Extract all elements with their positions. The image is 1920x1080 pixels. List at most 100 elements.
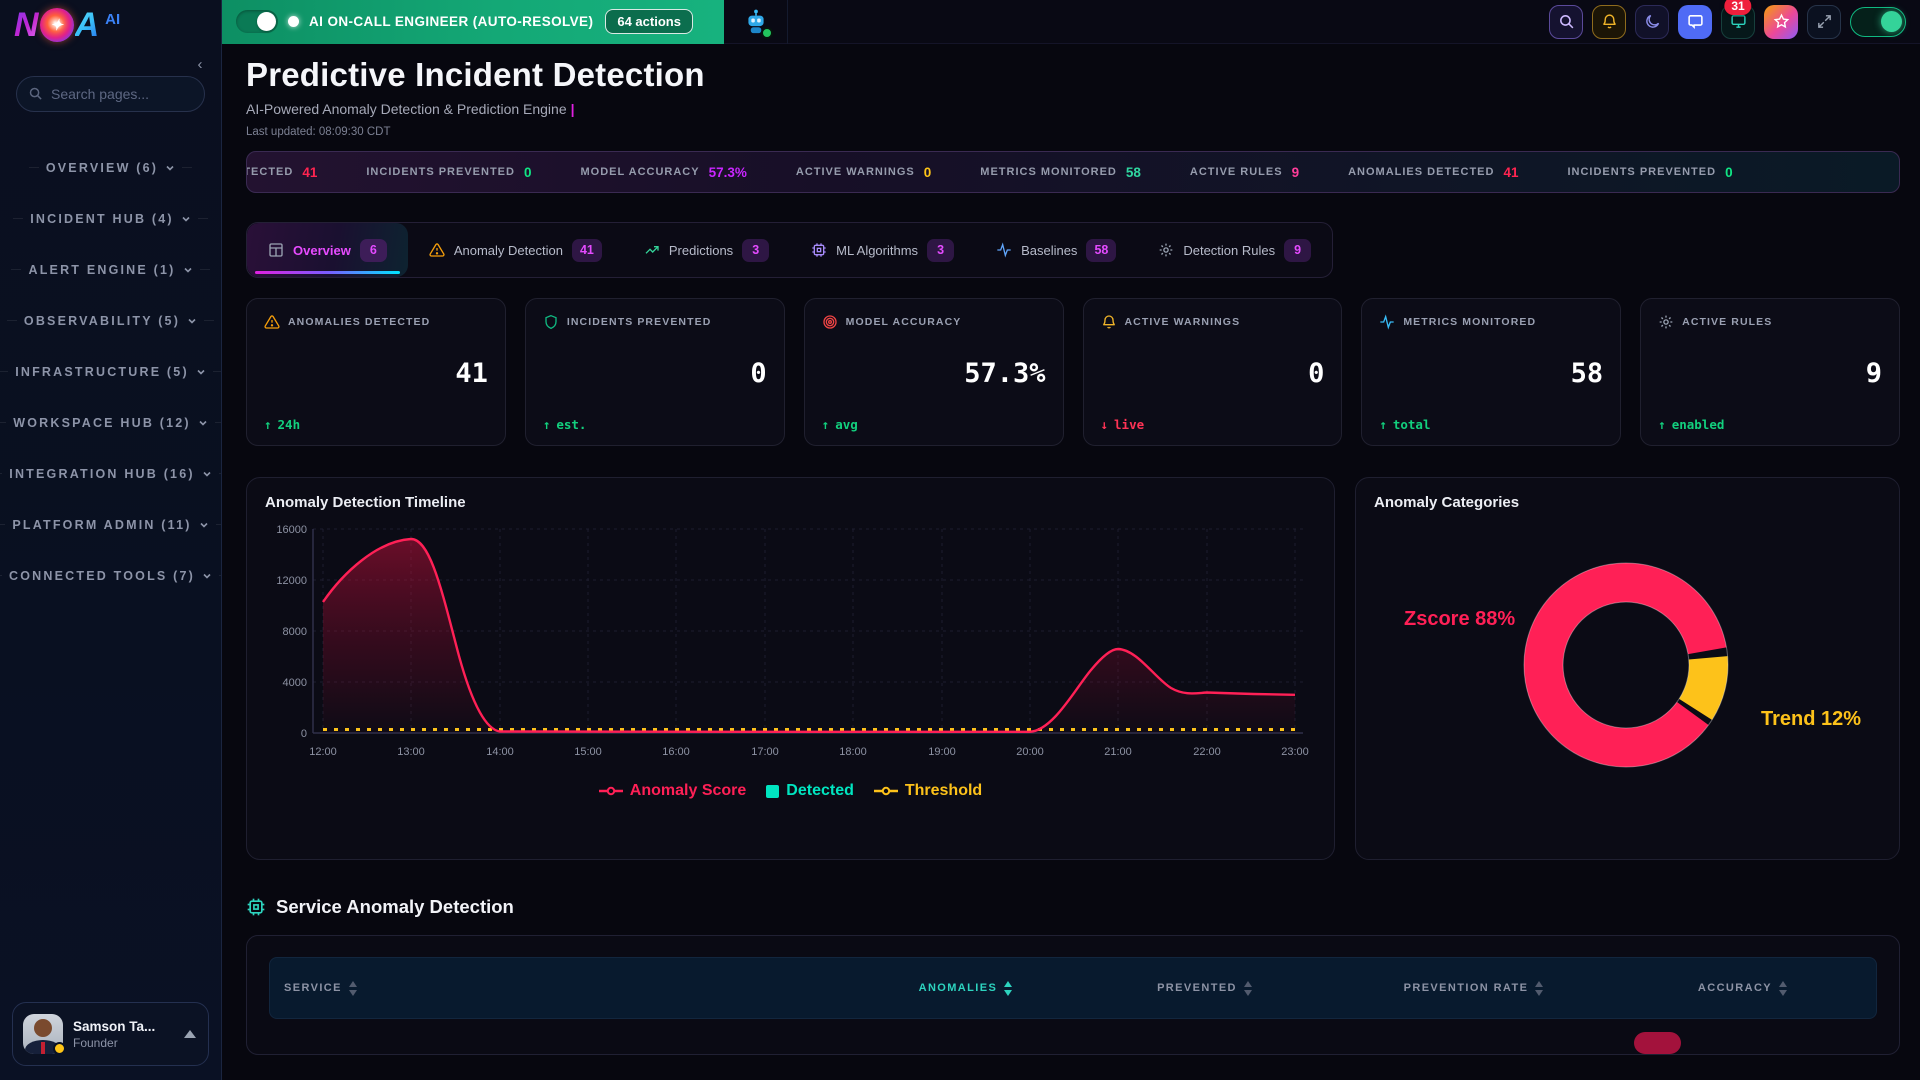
svg-text:16000: 16000 [276,524,307,536]
sessions-button[interactable]: 31 [1721,5,1755,39]
theme-toggle-button[interactable] [1635,5,1669,39]
ticker-item: ACTIVE RULES9 [1190,165,1299,180]
trend-arrow-icon: ↑ [1379,417,1387,432]
table-header-row: SERVICE ANOMALIES PREVENTED PREVENTION R… [269,957,1877,1019]
chevron-down-icon [181,214,191,224]
sort-icons [1244,981,1252,996]
favorites-button[interactable] [1764,5,1798,39]
stats-ticker: ANOMALIES DETECTED41 INCIDENTS PREVENTED… [246,151,1900,193]
sidebar-item-overview[interactable]: OVERVIEW (6) [0,142,221,193]
auto-resolve-toggle[interactable] [236,10,278,33]
column-header-service[interactable]: SERVICE [284,981,846,996]
tab-ml-algorithms[interactable]: ML Algorithms 3 [790,223,975,277]
square-marker-icon [766,785,779,798]
activity-icon [996,242,1012,258]
tab-count-badge: 9 [1284,239,1311,262]
sidebar-item-alert-engine[interactable]: ALERT ENGINE (1) [0,244,221,295]
search-input[interactable] [16,76,205,112]
sort-icons [1779,981,1787,996]
chat-button[interactable] [1678,5,1712,39]
topbar: AI ON-CALL ENGINEER (AUTO-RESOLVE) 64 ac… [222,0,1920,44]
anomaly-timeline-chart: Anomaly Detection Timeline [246,477,1335,860]
alerts-button[interactable] [1592,5,1626,39]
moon-icon [1644,13,1661,30]
stat-card-incidents-prevented: INCIDENTS PREVENTED 0 ↑est. [525,298,785,446]
chevron-down-icon [183,265,193,275]
sort-icons [1004,981,1012,996]
column-header-anomalies[interactable]: ANOMALIES [846,981,1085,996]
svg-text:21:00: 21:00 [1104,746,1132,758]
tab-detection-rules[interactable]: Detection Rules 9 [1137,223,1332,277]
svg-text:19:00: 19:00 [928,746,956,758]
tab-bar: Overview 6 Anomaly Detection 41 Predicti… [246,222,1333,278]
sidebar-item-platform-admin[interactable]: PLATFORM ADMIN (11) [0,499,221,550]
donut-plot [1374,515,1883,825]
column-header-prevention-rate[interactable]: PREVENTION RATE [1324,981,1623,996]
ticker-item: ACTIVE WARNINGS0 [796,165,931,180]
stat-card-active-warnings: ACTIVE WARNINGS 0 ↓live [1083,298,1343,446]
chevron-down-icon [187,316,197,326]
layout-icon [268,242,284,258]
ticker-item: METRICS MONITORED58 [980,165,1141,180]
column-header-accuracy[interactable]: ACCURACY [1623,981,1862,996]
last-updated: Last updated: 08:09:30 CDT [246,126,1900,138]
sidebar-item-infrastructure[interactable]: INFRASTRUCTURE (5) [0,346,221,397]
search-icon [28,86,43,101]
tab-count-badge: 58 [1086,239,1116,262]
service-table: SERVICE ANOMALIES PREVENTED PREVENTION R… [246,935,1900,1055]
tab-count-badge: 3 [927,239,954,262]
actions-count-badge[interactable]: 64 actions [605,9,693,34]
sidebar-item-incident-hub[interactable]: INCIDENT HUB (4) [0,193,221,244]
svg-text:12000: 12000 [276,575,307,587]
tab-anomaly-detection[interactable]: Anomaly Detection 41 [408,223,623,277]
ai-assistant-button[interactable] [724,0,788,44]
live-indicator-dot [288,16,299,27]
svg-text:18:00: 18:00 [839,746,867,758]
legend-anomaly-score: Anomaly Score [599,782,746,800]
search-icon [1558,13,1575,30]
search-button[interactable] [1549,5,1583,39]
gear-icon [1158,242,1174,258]
tab-baselines[interactable]: Baselines 58 [975,223,1137,277]
stat-card-model-accuracy: MODEL ACCURACY 57.3% ↑avg [804,298,1064,446]
tab-count-badge: 3 [742,239,769,262]
chevron-down-icon [165,163,175,173]
chevron-down-icon [196,367,206,377]
sidebar-item-observability[interactable]: OBSERVABILITY (5) [0,295,221,346]
user-role: Founder [73,1036,174,1050]
shield-icon [543,314,559,330]
chevron-down-icon [202,571,212,581]
chart-title: Anomaly Detection Timeline [265,494,1316,511]
svg-text:13:00: 13:00 [397,746,425,758]
typing-caret: | [571,101,575,117]
main-content: Predictive Incident Detection AI-Powered… [222,44,1920,1080]
auto-resolve-label: AI ON-CALL ENGINEER (AUTO-RESOLVE) [309,14,593,29]
ticker-item: ANOMALIES DETECTED41 [1348,165,1518,180]
table-row-accuracy-badge [1634,1032,1681,1054]
service-section-header: Service Anomaly Detection [246,896,1900,918]
cpu-icon [811,242,827,258]
fullscreen-button[interactable] [1807,5,1841,39]
svg-text:14:00: 14:00 [486,746,514,758]
app-logo[interactable]: N ✦ A AI [0,0,221,50]
sidebar-item-workspace-hub[interactable]: WORKSPACE HUB (12) [0,397,221,448]
legend-threshold: Threshold [874,782,982,800]
target-icon [822,314,838,330]
live-mode-toggle[interactable] [1850,7,1906,37]
donut-label-zscore: Zscore 88% [1404,608,1515,631]
tab-overview[interactable]: Overview 6 [247,223,408,277]
gear-icon [1658,314,1674,330]
stat-value: 57.3% [964,358,1045,389]
page-subtitle: AI-Powered Anomaly Detection & Predictio… [246,101,1900,117]
svg-text:12:00: 12:00 [309,746,337,758]
user-profile-card[interactable]: Samson Ta... Founder [12,1002,209,1066]
column-header-prevented[interactable]: PREVENTED [1085,981,1324,996]
sidebar-collapse-icon[interactable]: ‹ [191,56,209,74]
sidebar-item-integration-hub[interactable]: INTEGRATION HUB (16) [0,448,221,499]
svg-text:20:00: 20:00 [1016,746,1044,758]
star-icon [1773,13,1790,30]
sidebar-item-connected-tools[interactable]: CONNECTED TOOLS (7) [0,550,221,601]
chevron-down-icon [198,418,208,428]
tab-predictions[interactable]: Predictions 3 [623,223,790,277]
anomaly-categories-chart: Anomaly Categories Zscore 88% Trend 12% [1355,477,1900,860]
